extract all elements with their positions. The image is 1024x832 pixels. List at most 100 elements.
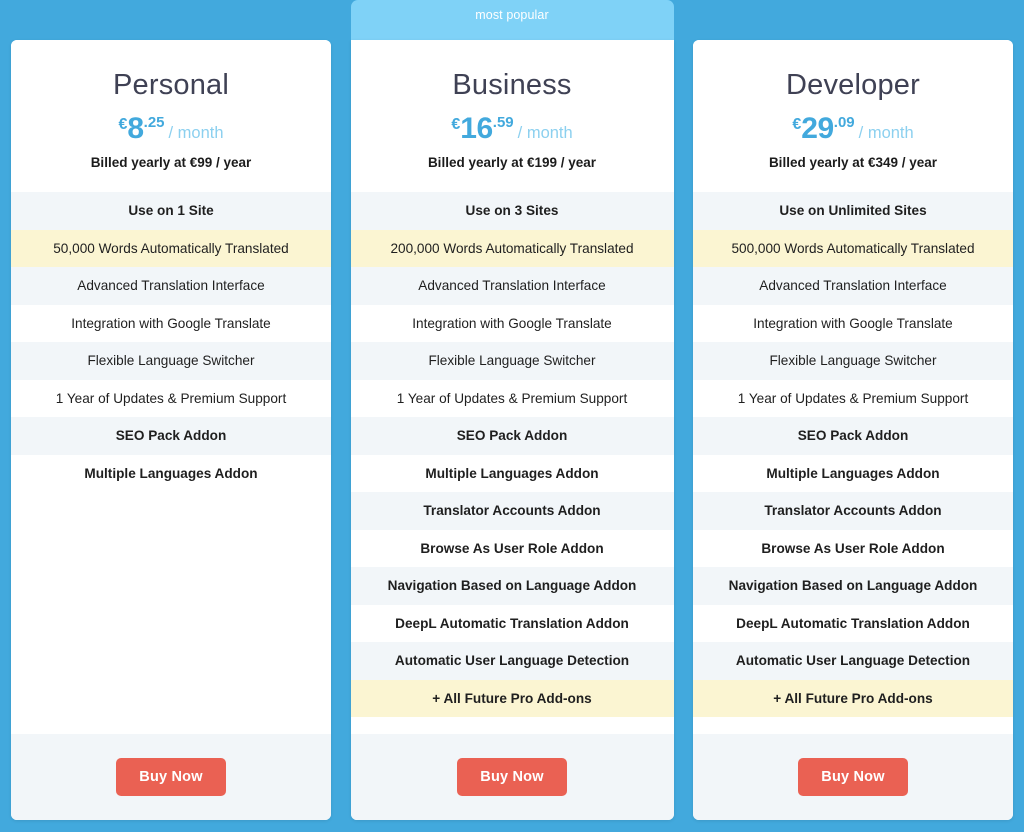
feature-list-filler <box>351 717 674 734</box>
feature-label: Automatic User Language Detection <box>736 653 970 669</box>
most-popular-label: most popular <box>475 8 548 22</box>
price-period: / month <box>518 124 573 142</box>
plan-price: €8.25/ month <box>25 114 317 144</box>
feature-row: Browse As User Role Addon <box>693 530 1013 568</box>
feature-row: 1 Year of Updates & Premium Support <box>351 380 674 418</box>
feature-row: SEO Pack Addon <box>11 417 331 455</box>
plan-header: Developer€29.09/ monthBilled yearly at €… <box>693 40 1013 192</box>
plan-header: Personal €8.25/ month Billed yearly at €99… <box>11 40 331 192</box>
feature-label: 1 Year of Updates & Premium Support <box>397 391 627 407</box>
feature-row: Advanced Translation Interface <box>693 267 1013 305</box>
plan-header: Business€16.59/ monthBilled yearly at €1… <box>351 40 674 192</box>
feature-label: 1 Year of Updates & Premium Support <box>738 391 968 407</box>
buy-now-button[interactable]: Buy Now <box>457 758 566 796</box>
price-cents: .09 <box>834 114 855 131</box>
feature-label: Multiple Languages Addon <box>84 466 257 482</box>
feature-row: Multiple Languages Addon <box>11 455 331 493</box>
feature-row: DeepL Automatic Translation Addon <box>693 605 1013 643</box>
feature-row: Integration with Google Translate <box>11 305 331 343</box>
price-cents: .59 <box>493 114 514 131</box>
feature-label: Browse As User Role Addon <box>420 541 603 557</box>
feature-row: 1 Year of Updates & Premium Support <box>693 380 1013 418</box>
feature-label: Advanced Translation Interface <box>759 278 946 294</box>
feature-list: Use on Unlimited Sites 500,000 Words Auto… <box>693 192 1013 734</box>
feature-row: Advanced Translation Interface <box>11 267 331 305</box>
feature-label: 500,000 Words Automatically Translated <box>731 241 974 257</box>
feature-label: Use on 3 Sites <box>466 203 559 219</box>
feature-row: + All Future Pro Add-ons <box>693 680 1013 718</box>
feature-row: SEO Pack Addon <box>351 417 674 455</box>
feature-label: Flexible Language Switcher <box>87 353 254 369</box>
feature-label: Advanced Translation Interface <box>77 278 264 294</box>
feature-row: 50,000 Words Automatically Translated <box>11 230 331 268</box>
feature-row: Automatic User Language Detection <box>351 642 674 680</box>
feature-label: DeepL Automatic Translation Addon <box>395 616 629 632</box>
plan-name: Business <box>365 70 660 100</box>
feature-label: Browse As User Role Addon <box>761 541 944 557</box>
buy-now-button[interactable]: Buy Now <box>798 758 907 796</box>
feature-label: Translator Accounts Addon <box>764 503 941 519</box>
feature-list-filler <box>693 717 1013 734</box>
feature-row: Navigation Based on Language Addon <box>693 567 1013 605</box>
feature-list: Use on 3 Sites 200,000 Words Automaticall… <box>351 192 674 734</box>
plan-column-business: most popularBusiness€16.59/ monthBilled … <box>351 0 674 820</box>
feature-row: Advanced Translation Interface <box>351 267 674 305</box>
price-whole: 8 <box>127 112 143 145</box>
feature-row: 1 Year of Updates & Premium Support <box>11 380 331 418</box>
plan-card: Personal €8.25/ month Billed yearly at €99… <box>11 40 331 820</box>
feature-label: Automatic User Language Detection <box>395 653 629 669</box>
billed-yearly-note: Billed yearly at €349 / year <box>707 155 999 170</box>
feature-label: SEO Pack Addon <box>457 428 568 444</box>
feature-row: Translator Accounts Addon <box>693 492 1013 530</box>
feature-row: 500,000 Words Automatically Translated <box>693 230 1013 268</box>
feature-row: SEO Pack Addon <box>693 417 1013 455</box>
feature-row: Integration with Google Translate <box>693 305 1013 343</box>
feature-label: Multiple Languages Addon <box>425 466 598 482</box>
feature-row: Flexible Language Switcher <box>351 342 674 380</box>
price-period: / month <box>169 124 224 142</box>
feature-label: Flexible Language Switcher <box>428 353 595 369</box>
feature-label: + All Future Pro Add-ons <box>432 691 591 707</box>
feature-row: Translator Accounts Addon <box>351 492 674 530</box>
feature-row: Flexible Language Switcher <box>693 342 1013 380</box>
feature-row: Multiple Languages Addon <box>351 455 674 493</box>
feature-label: Navigation Based on Language Addon <box>388 578 637 594</box>
feature-label: Integration with Google Translate <box>753 316 953 332</box>
feature-label: 50,000 Words Automatically Translated <box>53 241 289 257</box>
plan-footer: Buy Now <box>351 734 674 820</box>
plan-card: Developer€29.09/ monthBilled yearly at €… <box>693 40 1013 820</box>
feature-row: Flexible Language Switcher <box>11 342 331 380</box>
feature-row: Automatic User Language Detection <box>693 642 1013 680</box>
feature-label: 1 Year of Updates & Premium Support <box>56 391 286 407</box>
feature-label: Multiple Languages Addon <box>766 466 939 482</box>
plan-name: Personal <box>25 70 317 100</box>
plan-price: €16.59/ month <box>365 114 660 144</box>
feature-row: 200,000 Words Automatically Translated <box>351 230 674 268</box>
feature-row: + All Future Pro Add-ons <box>351 680 674 718</box>
feature-label: Translator Accounts Addon <box>423 503 600 519</box>
feature-row: Navigation Based on Language Addon <box>351 567 674 605</box>
feature-list: Use on 1 Site 50,000 Words Automatically … <box>11 192 331 734</box>
billed-yearly-note: Billed yearly at €99 / year <box>25 155 317 170</box>
price-whole: 16 <box>460 112 493 145</box>
feature-label: SEO Pack Addon <box>798 428 909 444</box>
plan-column-personal: Personal €8.25/ month Billed yearly at €99… <box>11 0 331 820</box>
pricing-table: Personal €8.25/ month Billed yearly at €99… <box>0 0 1024 832</box>
buy-now-button[interactable]: Buy Now <box>116 758 225 796</box>
feature-label: Navigation Based on Language Addon <box>729 578 978 594</box>
feature-label: Use on 1 Site <box>128 203 213 219</box>
price-currency-symbol: € <box>792 116 801 133</box>
price-whole: 29 <box>801 112 834 145</box>
feature-label: Flexible Language Switcher <box>769 353 936 369</box>
feature-row: Use on Unlimited Sites <box>693 192 1013 230</box>
feature-label: Advanced Translation Interface <box>418 278 605 294</box>
feature-row: DeepL Automatic Translation Addon <box>351 605 674 643</box>
feature-row: Browse As User Role Addon <box>351 530 674 568</box>
feature-row: Use on 3 Sites <box>351 192 674 230</box>
price-period: / month <box>859 124 914 142</box>
plan-footer: Buy Now <box>11 734 331 820</box>
feature-list-filler <box>11 492 331 734</box>
plan-price: €29.09/ month <box>707 114 999 144</box>
feature-label: Integration with Google Translate <box>71 316 271 332</box>
banner-spacer <box>693 0 1013 40</box>
